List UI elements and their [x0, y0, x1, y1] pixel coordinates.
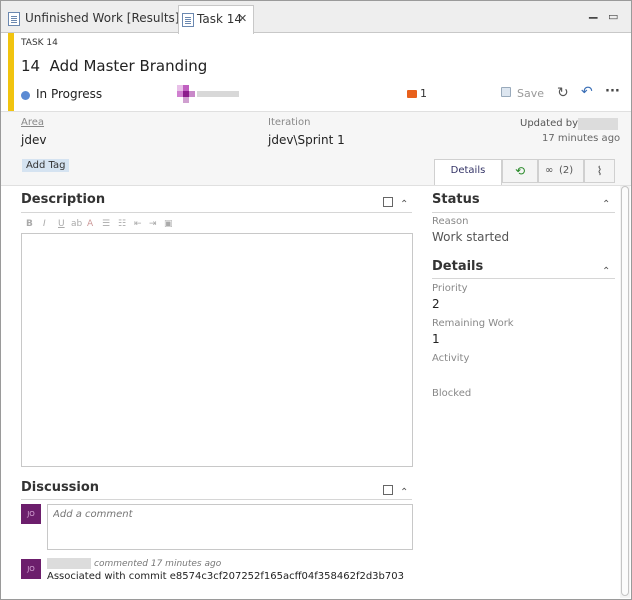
- priority-field[interactable]: 2: [432, 297, 440, 311]
- outdent-icon[interactable]: ⇤: [134, 218, 142, 230]
- close-icon[interactable]: ✕: [238, 6, 247, 32]
- updated-by-user: [578, 118, 618, 130]
- status-divider: [432, 212, 615, 213]
- avatar: JO: [21, 504, 41, 524]
- area-field[interactable]: jdev: [21, 133, 46, 147]
- discussion-divider: [21, 499, 412, 500]
- font-color-icon[interactable]: A: [87, 218, 93, 230]
- work-item-id: 14: [21, 57, 41, 75]
- state-dropdown[interactable]: In Progress: [36, 87, 102, 101]
- comment-icon: [407, 90, 417, 98]
- details-divider: [432, 278, 615, 279]
- description-editor[interactable]: [21, 233, 413, 467]
- updated-time: 17 minutes ago: [542, 133, 621, 144]
- save-icon: [501, 87, 511, 97]
- blocked-field[interactable]: [432, 402, 612, 416]
- tab-details[interactable]: Details: [434, 159, 502, 185]
- numbered-list-icon[interactable]: ☷: [118, 218, 126, 230]
- description-divider: [21, 212, 412, 213]
- undo-icon[interactable]: ↶: [581, 84, 593, 100]
- maximize-icon[interactable]: ▭: [608, 11, 618, 23]
- state-indicator-icon: [21, 91, 30, 100]
- work-item-type-label: TASK 14: [21, 38, 58, 48]
- add-tag-button[interactable]: Add Tag: [22, 159, 70, 172]
- work-item-type-color-bar: [8, 33, 14, 111]
- activity-field[interactable]: [432, 367, 612, 381]
- comment-meta: commented 17 minutes ago: [94, 559, 222, 569]
- save-button[interactable]: Save: [517, 87, 544, 100]
- assigned-to-field[interactable]: [177, 85, 241, 105]
- details-title: Details: [432, 259, 484, 274]
- area-label: Area: [21, 117, 45, 128]
- tab-label: Task 14: [197, 12, 242, 26]
- remaining-work-field[interactable]: 1: [432, 332, 440, 346]
- work-item-editor-window: Unfinished Work [Results] Task 14 ✕ ▁ ▭ …: [0, 0, 632, 600]
- maximize-description-icon[interactable]: [383, 197, 393, 207]
- comment-count[interactable]: 1: [420, 87, 427, 100]
- collapse-status-icon[interactable]: ⌃: [602, 199, 610, 210]
- history-icon[interactable]: ⟲: [502, 159, 538, 183]
- status-title: Status: [432, 192, 480, 207]
- avatar: JO: [21, 559, 41, 579]
- more-options-icon[interactable]: ···: [605, 84, 620, 99]
- bold-icon[interactable]: B: [26, 218, 33, 230]
- scrollbar-thumb[interactable]: [621, 186, 629, 596]
- link-icon: ∞: [545, 165, 554, 176]
- iteration-label: Iteration: [268, 117, 311, 128]
- vertical-scrollbar[interactable]: [620, 186, 630, 598]
- priority-label: Priority: [432, 283, 468, 294]
- work-item-icon: [182, 13, 194, 27]
- tab-links[interactable]: ∞ (2): [538, 159, 584, 183]
- comment-text: Associated with commit e8574c3cf207252f1…: [47, 571, 404, 582]
- maximize-discussion-icon[interactable]: [383, 485, 393, 495]
- minimize-icon[interactable]: ▁: [589, 7, 597, 19]
- links-count: (2): [559, 165, 574, 176]
- updated-by-label: Updated by: [520, 118, 579, 129]
- insert-image-icon[interactable]: ▣: [164, 218, 173, 230]
- activity-label: Activity: [432, 353, 470, 364]
- blocked-label: Blocked: [432, 388, 472, 399]
- discussion-title: Discussion: [21, 480, 100, 495]
- description-title: Description: [21, 192, 106, 207]
- underline-icon[interactable]: U: [58, 218, 65, 230]
- collapse-discussion-icon[interactable]: ⌃: [400, 487, 408, 498]
- bullet-list-icon[interactable]: ☰: [102, 218, 110, 230]
- work-item-title-text: Add Master Branding: [49, 57, 208, 75]
- comment-author: [47, 558, 91, 569]
- editor-tab-bar: Unfinished Work [Results] Task 14 ✕ ▁ ▭: [1, 1, 631, 34]
- tab-unfinished-work[interactable]: Unfinished Work [Results]: [5, 5, 179, 33]
- comment-input[interactable]: [47, 504, 413, 550]
- reason-field[interactable]: Work started: [432, 230, 509, 244]
- work-item-title[interactable]: 14 Add Master Branding: [21, 57, 207, 75]
- tab-label: Unfinished Work [Results]: [25, 11, 180, 25]
- iteration-field[interactable]: jdev\Sprint 1: [268, 133, 345, 147]
- tab-task-14[interactable]: Task 14 ✕: [178, 5, 254, 34]
- remaining-work-label: Remaining Work: [432, 318, 514, 329]
- highlight-icon[interactable]: ab: [71, 218, 82, 230]
- query-results-icon: [8, 12, 20, 26]
- reason-label: Reason: [432, 216, 469, 227]
- collapse-details-icon[interactable]: ⌃: [602, 266, 610, 277]
- indent-icon[interactable]: ⇥: [149, 218, 157, 230]
- attachment-icon[interactable]: ⌇: [584, 159, 615, 183]
- italic-icon[interactable]: I: [43, 218, 46, 230]
- collapse-description-icon[interactable]: ⌃: [400, 199, 408, 210]
- refresh-icon[interactable]: ↻: [557, 85, 569, 101]
